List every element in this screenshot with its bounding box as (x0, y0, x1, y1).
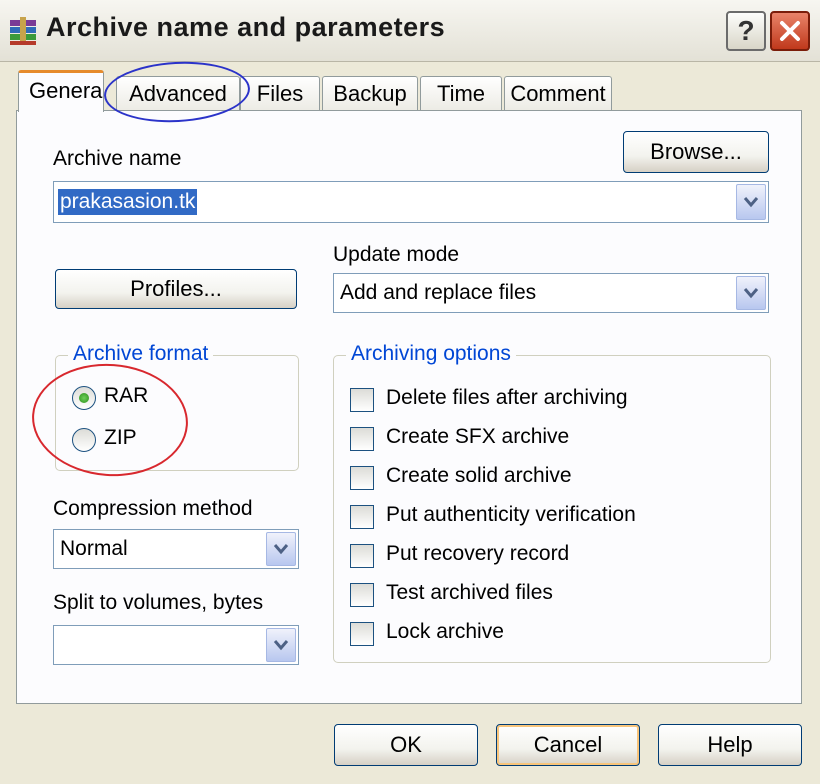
chevron-down-icon (273, 544, 289, 555)
browse-button[interactable]: Browse... (623, 131, 769, 173)
title-help-button[interactable]: ? (726, 11, 766, 51)
rar-radio[interactable] (72, 386, 96, 410)
lock-archive-checkbox[interactable] (350, 622, 374, 646)
help-button-label: Help (707, 732, 753, 757)
cancel-button-label: Cancel (533, 732, 603, 757)
zip-radio[interactable] (72, 428, 96, 452)
lock-archive-label[interactable]: Lock archive (386, 620, 504, 644)
create-sfx-label[interactable]: Create SFX archive (386, 425, 569, 449)
split-volumes-dropdown-button[interactable] (266, 628, 296, 662)
update-mode-dropdown-button[interactable] (736, 276, 766, 310)
window-title: Archive name and parameters (46, 12, 446, 42)
radio-selected-dot (79, 393, 89, 403)
authenticity-checkbox[interactable] (350, 505, 374, 529)
chevron-down-icon (743, 288, 759, 299)
split-volumes-label: Split to volumes, bytes (53, 591, 264, 614)
recovery-record-label[interactable]: Put recovery record (386, 542, 569, 566)
ok-button[interactable]: OK (334, 724, 478, 766)
tab-general-label: General (29, 78, 104, 103)
question-mark-icon: ? (737, 15, 755, 46)
tab-general[interactable]: General (18, 70, 104, 112)
test-archived-checkbox[interactable] (350, 583, 374, 607)
archive-name-dropdown-button[interactable] (736, 184, 766, 220)
tab-advanced[interactable]: Advanced (116, 76, 240, 111)
close-button[interactable] (770, 11, 810, 51)
tab-advanced-label: Advanced (129, 81, 227, 106)
profiles-button[interactable]: Profiles... (55, 269, 297, 309)
tab-comment[interactable]: Comment (504, 76, 612, 111)
archive-name-combo[interactable]: prakasasion.tk (53, 181, 769, 223)
tab-backup-label: Backup (333, 81, 407, 106)
archiving-options-group: Archiving options Delete files after arc… (333, 342, 771, 663)
delete-files-checkbox[interactable] (350, 388, 374, 412)
chevron-down-icon (743, 197, 759, 208)
authenticity-label[interactable]: Put authenticity verification (386, 503, 636, 527)
compression-method-select[interactable]: Normal (53, 529, 299, 569)
create-solid-label[interactable]: Create solid archive (386, 464, 572, 488)
close-icon (780, 21, 800, 41)
create-sfx-checkbox[interactable] (350, 427, 374, 451)
title-bar[interactable]: Archive name and parameters ? (0, 0, 820, 62)
compression-method-value: Normal (60, 537, 128, 560)
split-volumes-combo[interactable] (53, 625, 299, 665)
cancel-button[interactable]: Cancel (496, 724, 640, 766)
ok-button-label: OK (390, 732, 422, 757)
delete-files-label[interactable]: Delete files after archiving (386, 386, 628, 410)
create-solid-checkbox[interactable] (350, 466, 374, 490)
tab-backup[interactable]: Backup (322, 76, 418, 111)
rar-radio-label[interactable]: RAR (104, 384, 148, 408)
update-mode-select[interactable]: Add and replace files (333, 273, 769, 313)
recovery-record-checkbox[interactable] (350, 544, 374, 568)
help-button[interactable]: Help (658, 724, 802, 766)
tab-time-label: Time (436, 81, 486, 106)
update-mode-label: Update mode (333, 243, 460, 266)
browse-button-label: Browse... (650, 139, 742, 164)
archive-format-group: Archive format RAR ZIP (55, 342, 299, 471)
general-tab-panel: Archive name Browse... prakasasion.tk Up… (16, 110, 802, 704)
zip-radio-label[interactable]: ZIP (104, 426, 137, 450)
tab-comment-label: Comment (510, 81, 606, 106)
profiles-button-label: Profiles... (130, 276, 222, 301)
test-archived-label[interactable]: Test archived files (386, 581, 553, 605)
archive-format-legend: Archive format (68, 342, 214, 366)
winrar-app-icon (10, 17, 36, 45)
archive-name-label: Archive name (53, 147, 182, 170)
archiving-options-legend: Archiving options (346, 342, 516, 366)
update-mode-value: Add and replace files (340, 281, 537, 304)
chevron-down-icon (273, 640, 289, 651)
compression-method-label: Compression method (53, 497, 253, 520)
tab-time[interactable]: Time (420, 76, 502, 111)
tab-files[interactable]: Files (240, 76, 320, 111)
tab-files-label: Files (256, 81, 304, 106)
compression-dropdown-button[interactable] (266, 532, 296, 566)
archive-name-input[interactable]: prakasasion.tk (58, 189, 198, 215)
